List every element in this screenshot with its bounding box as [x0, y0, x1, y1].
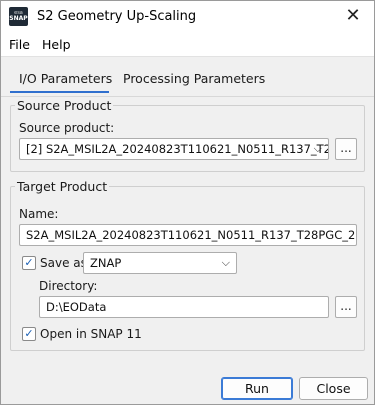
tab-io-parameters[interactable]: I/O Parameters [19, 71, 112, 86]
source-product-label: Source product: [19, 121, 115, 135]
source-product-select[interactable]: [2] S2A_MSIL2A_20240823T110621_N0511_R13… [19, 138, 329, 160]
name-label: Name: [19, 207, 59, 221]
selected-tab-indicator [10, 91, 109, 93]
app-icon-bottom-text: SNAP [9, 15, 28, 22]
directory-field[interactable]: D:\EOData [39, 296, 329, 318]
tab-bar: I/O Parameters Processing Parameters [1, 57, 374, 97]
dialog-window: esa SNAP S2 Geometry Up-Scaling ✕ File H… [0, 0, 375, 405]
title-bar[interactable]: esa SNAP S2 Geometry Up-Scaling ✕ [1, 1, 374, 33]
source-browse-button[interactable]: ... [335, 138, 357, 160]
close-button[interactable]: Close [299, 377, 368, 400]
target-product-group-title: Target Product [17, 179, 108, 194]
menu-file[interactable]: File [9, 37, 30, 52]
open-in-snap-checkbox[interactable]: ✓ [22, 327, 36, 341]
menu-bar: File Help [1, 33, 374, 57]
directory-browse-button[interactable]: ... [335, 296, 357, 318]
chevron-down-icon: ⌵ [313, 142, 322, 155]
format-select[interactable]: ZNAP ⌵ [83, 252, 237, 274]
directory-label: Directory: [39, 279, 98, 293]
tab-processing-parameters[interactable]: Processing Parameters [123, 71, 265, 86]
open-in-snap-label: Open in SNAP 11 [40, 327, 142, 341]
source-product-group-title: Source Product [17, 98, 112, 113]
format-value: ZNAP [90, 256, 122, 270]
menu-help[interactable]: Help [42, 37, 71, 52]
close-icon[interactable]: ✕ [344, 7, 362, 25]
chevron-down-icon: ⌵ [221, 256, 230, 269]
snap-app-icon: esa SNAP [9, 7, 28, 26]
source-product-value: [2] S2A_MSIL2A_20240823T110621_N0511_R13… [26, 142, 329, 156]
source-product-group: Source Product [10, 98, 365, 172]
window-title: S2 Geometry Up-Scaling [37, 9, 197, 24]
target-name-field[interactable]: S2A_MSIL2A_20240823T110621_N0511_R137_T2… [19, 224, 357, 246]
tab-divider [1, 96, 374, 97]
run-button[interactable]: Run [221, 377, 293, 400]
save-as-checkbox[interactable]: ✓ [22, 256, 36, 270]
app-icon-top-text: esa [14, 10, 23, 16]
